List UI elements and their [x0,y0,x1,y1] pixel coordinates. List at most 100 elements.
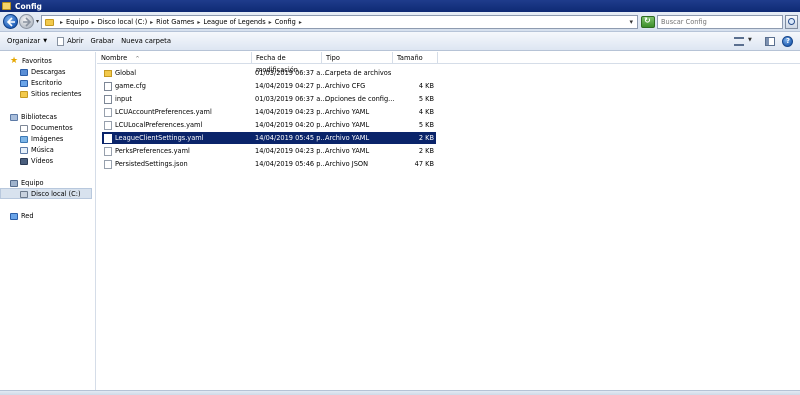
file-name: LeagueClientSettings.yaml [115,134,204,142]
file-row[interactable]: game.cfg 14/04/2019 04:27 p... Archivo C… [102,80,436,92]
burn-label: Grabar [90,37,115,45]
organize-label: Organizar [7,37,41,45]
file-row[interactable]: Global 01/03/2019 06:37 a... Carpeta de … [102,67,436,79]
breadcrumb-disco-local[interactable]: Disco local (C:) [98,18,148,26]
column-type[interactable]: Tipo [322,52,393,64]
column-header: Nombre ^ Fecha de modificación Tipo Tama… [97,52,800,74]
chevron-down-icon: ▼ [43,38,48,44]
file-type: Archivo YAML [325,134,370,142]
address-bar[interactable]: ▸ Equipo ▸ Disco local (C:) ▸ Riot Games… [41,15,638,29]
file-date: 01/03/2019 06:37 a... [255,95,327,103]
downloads-icon [20,68,28,76]
organize-button[interactable]: Organizar ▼ [7,37,47,45]
file-type: Archivo CFG [325,82,366,90]
breadcrumb-league-of-legends[interactable]: League of Legends [203,18,265,26]
search-button[interactable] [785,15,798,29]
chevron-right-icon[interactable]: ▸ [197,19,200,26]
column-size[interactable]: Tamaño [393,52,438,64]
desktop-icon [20,79,28,87]
chevron-right-icon[interactable]: ▸ [269,19,272,26]
new-folder-label: Nueva carpeta [121,37,172,45]
music-icon [20,146,28,154]
nav-computer-label: Equipo [21,179,44,187]
file-type: Archivo YAML [325,121,370,129]
chevron-right-icon[interactable]: ▸ [60,19,63,26]
column-name-label: Nombre [101,54,128,62]
file-row[interactable]: PersistedSettings.json 14/04/2019 05:46 … [102,158,436,170]
file-size: 4 KB [418,82,434,90]
column-name[interactable]: Nombre ^ [97,52,252,64]
file-size: 2 KB [418,134,434,142]
change-view-icon[interactable] [734,37,744,46]
recent-places-icon [20,90,28,98]
recent-pages-dropdown[interactable]: ▾ [36,18,39,25]
nav-item-disco-local[interactable]: Disco local (C:) [20,190,81,198]
chevron-right-icon[interactable]: ▸ [150,19,153,26]
library-icon [10,113,18,121]
file-icon [104,121,112,130]
column-date[interactable]: Fecha de modificación [252,52,322,74]
file-type: Opciones de config... [325,95,395,103]
file-size: 5 KB [418,95,434,103]
file-date: 14/04/2019 05:45 p... [255,134,327,142]
nav-item-descargas[interactable]: Descargas [20,68,66,76]
new-folder-button[interactable]: Nueva carpeta [121,37,171,45]
chevron-down-icon[interactable]: ▾ [629,18,633,26]
chevron-right-icon[interactable]: ▸ [92,19,95,26]
nav-computer[interactable]: Equipo [10,179,44,187]
file-row[interactable]: LCULocalPreferences.yaml 14/04/2019 04:2… [102,119,436,131]
nav-network[interactable]: Red [10,212,34,220]
search-box[interactable] [657,15,783,29]
nav-item-videos[interactable]: Vídeos [20,157,53,165]
nav-item-escritorio[interactable]: Escritorio [20,79,62,87]
file-name: input [115,95,132,103]
file-name: PerksPreferences.yaml [115,147,190,155]
chevron-down-icon[interactable]: ▼ [748,37,752,43]
document-icon [57,36,65,46]
file-name: PersistedSettings.json [115,160,188,168]
file-row[interactable]: PerksPreferences.yaml 14/04/2019 04:23 p… [102,145,436,157]
open-label: Abrir [67,37,84,45]
breadcrumb-config[interactable]: Config [275,18,296,26]
file-name: LCUAccountPreferences.yaml [115,108,212,116]
drive-icon [20,190,28,198]
preview-pane-icon[interactable] [765,37,775,46]
pictures-icon [20,135,28,143]
file-date: 14/04/2019 05:46 p... [255,160,327,168]
folder-icon [104,70,112,77]
documents-icon [20,124,28,132]
forward-button[interactable] [19,14,34,29]
file-date: 14/04/2019 04:27 p... [255,82,327,90]
open-button[interactable]: Abrir [57,36,84,46]
nav-item-musica[interactable]: Música [20,146,54,154]
file-row[interactable]: LCUAccountPreferences.yaml 14/04/2019 04… [102,106,436,118]
help-icon[interactable]: ? [782,36,793,47]
file-row[interactable]: input 01/03/2019 06:37 a... Opciones de … [102,93,436,105]
file-name: LCULocalPreferences.yaml [115,121,203,129]
breadcrumb-equipo[interactable]: Equipo [66,18,89,26]
nav-item-imagenes[interactable]: Imágenes [20,135,63,143]
file-date: 14/04/2019 04:23 p... [255,147,327,155]
nav-libraries[interactable]: Bibliotecas [10,113,57,121]
file-type: Archivo YAML [325,147,370,155]
folder-icon [2,2,11,10]
nav-item-documentos[interactable]: Documentos [20,124,73,132]
nav-item-sitios-recientes[interactable]: Sitios recientes [20,90,81,98]
breadcrumb-riot-games[interactable]: Riot Games [156,18,194,26]
config-file-icon [104,95,112,104]
title-bar: Config [0,0,800,12]
file-type: Archivo YAML [325,108,370,116]
nav-favorites[interactable]: ★ Favoritos [10,56,52,65]
folder-icon [45,18,54,26]
burn-button[interactable]: Grabar [91,37,115,45]
chevron-right-icon[interactable]: ▸ [299,19,302,26]
search-input[interactable] [661,18,779,26]
file-row-selected[interactable]: LeagueClientSettings.yaml 14/04/2019 05:… [102,132,436,144]
nav-item-label: Sitios recientes [31,90,82,98]
arrow-left-icon [6,17,15,27]
file-icon [104,134,112,143]
refresh-button[interactable]: ↻ [641,16,655,28]
file-date: 01/03/2019 06:37 a... [255,69,327,77]
back-button[interactable] [3,14,18,29]
arrow-right-icon [23,17,32,27]
